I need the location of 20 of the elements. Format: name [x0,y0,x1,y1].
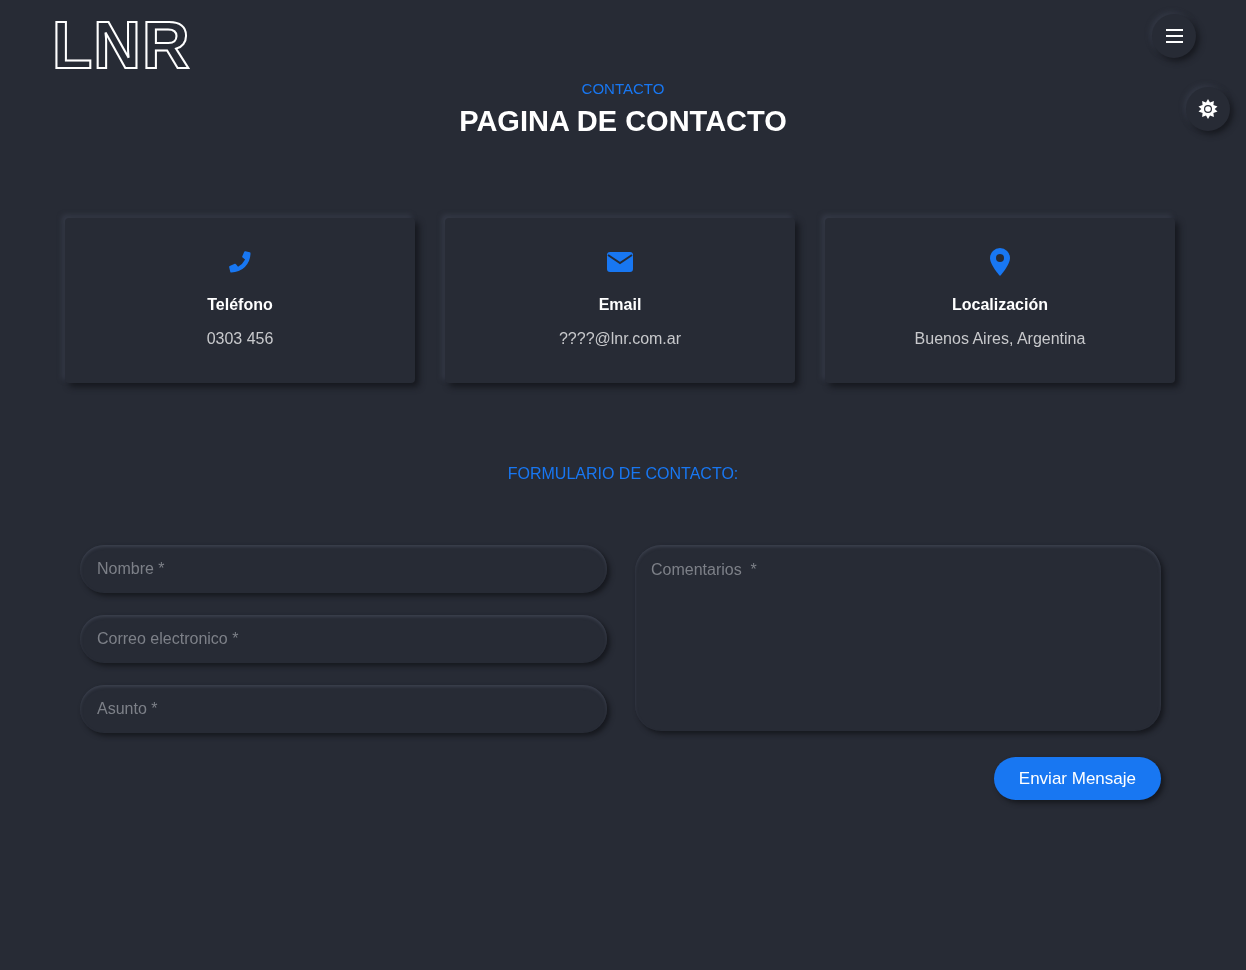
sun-icon [1198,99,1218,119]
theme-toggle-button[interactable] [1186,87,1230,131]
menu-icon [1165,29,1183,43]
card-value: 0303 456 [206,330,274,348]
input-field[interactable]: Nombre * [80,545,607,593]
card-title: Localización [952,296,1048,314]
form-heading: FORMULARIO DE CONTACTO: [506,465,740,483]
card-title: Teléfono [207,296,273,314]
card-value: ????@lnr.com.ar [558,330,682,348]
map-pin-icon [990,248,1010,276]
comments-field[interactable]: Comentarios * [635,545,1161,731]
card-title: Email [598,296,642,314]
logo[interactable]: LNR [52,14,191,76]
section-label: CONTACTO [581,80,665,97]
send-button[interactable]: Enviar Mensaje [993,757,1161,800]
input-field[interactable]: Correo electronico * [80,615,607,663]
menu-button[interactable] [1152,14,1196,58]
page-title: PAGINA DE CONTACTO [459,105,787,138]
input-field[interactable]: Asunto * [80,685,607,733]
card-value: Buenos Aires, Argentina [914,330,1086,348]
